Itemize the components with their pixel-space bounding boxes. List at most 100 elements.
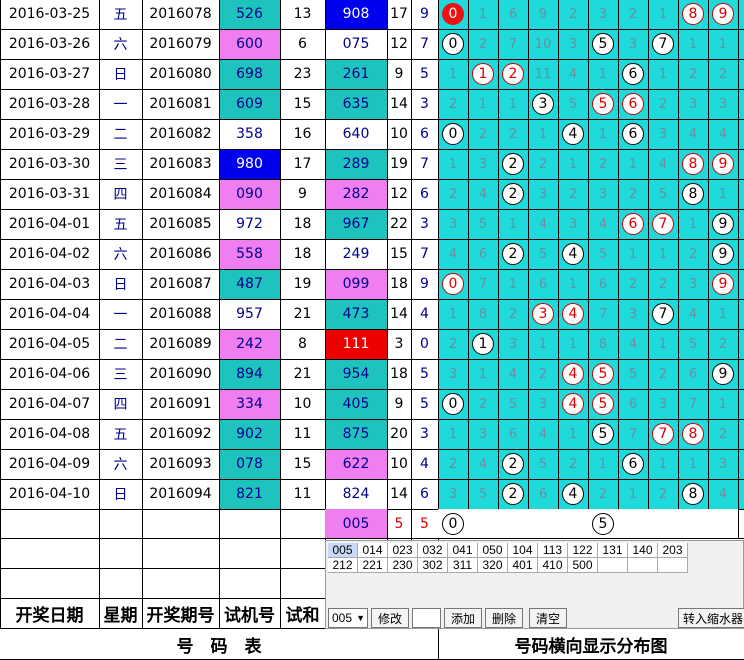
- modify-button[interactable]: 修改: [371, 608, 409, 628]
- add-button[interactable]: 添加: [444, 608, 482, 628]
- combo-select[interactable]: 005 ▼: [328, 608, 368, 628]
- dist-cell: 5: [678, 329, 708, 359]
- trial-sum-text: 21: [293, 366, 312, 382]
- draw-number: 954: [325, 359, 387, 389]
- dist-miss-count: 6: [538, 276, 548, 292]
- combo-cell[interactable]: 410: [538, 558, 568, 573]
- draw-number: 261: [325, 59, 387, 89]
- dist-cell: 9: [528, 0, 558, 29]
- h-line: [0, 389, 744, 390]
- issue-number-text: 2016080: [149, 66, 212, 82]
- span-value-text: 10: [390, 126, 408, 142]
- dist-miss-count: 4: [538, 426, 548, 442]
- dist-ball: 4: [562, 243, 584, 265]
- combo-cell[interactable]: 212: [328, 558, 358, 573]
- dist-cell: 6: [618, 449, 648, 479]
- combo-cell[interactable]: 032: [418, 543, 448, 558]
- dist-cell: 5: [588, 239, 618, 269]
- issue-number: 2016081: [142, 89, 219, 119]
- combo-cell[interactable]: 122: [568, 543, 598, 558]
- combo-cell[interactable]: 113: [538, 543, 568, 558]
- combo-cell[interactable]: 050: [478, 543, 508, 558]
- dist-cell: 2: [648, 479, 678, 509]
- clear-button[interactable]: 清空: [529, 608, 567, 628]
- dist-miss-count: 1: [658, 66, 668, 82]
- dist-miss-count: 5: [508, 396, 518, 412]
- dist-miss-count: 1: [448, 426, 458, 442]
- combo-cell[interactable]: [658, 558, 688, 573]
- pending-dist-cell: 5: [588, 509, 618, 538]
- dist-miss-count: 4: [598, 216, 608, 232]
- trial-number-text: 957: [236, 306, 263, 322]
- draw-date: 2016-04-02: [0, 239, 99, 269]
- combo-cell[interactable]: 230: [388, 558, 418, 573]
- trial-number-text: 358: [236, 126, 263, 142]
- dist-miss-count: 2: [658, 276, 668, 292]
- pending-dist-cell: [528, 509, 558, 538]
- dist-cell: 1: [528, 329, 558, 359]
- trial-sum-text: 13: [293, 6, 312, 22]
- dist-miss-count: 1: [658, 456, 668, 472]
- combo-cell[interactable]: 221: [358, 558, 388, 573]
- dist-miss-count: 3: [718, 456, 728, 472]
- dist-ball: 8: [682, 153, 704, 175]
- dist-cell: 3: [438, 359, 468, 389]
- dist-cell: 8: [588, 329, 618, 359]
- combo-cell[interactable]: 041: [448, 543, 478, 558]
- trial-number-text: 902: [236, 426, 263, 442]
- dist-miss-count: 2: [478, 126, 488, 142]
- dist-cell: 7: [648, 419, 678, 449]
- pending-dist-cell: [678, 509, 708, 538]
- issue-number: 2016083: [142, 149, 219, 179]
- dist-miss-count: 4: [538, 216, 548, 232]
- trial-number-text: 600: [236, 36, 263, 52]
- combo-cell[interactable]: 401: [508, 558, 538, 573]
- combo-cell[interactable]: 014: [358, 543, 388, 558]
- delete-button[interactable]: 删除: [485, 608, 523, 628]
- h-line: [0, 329, 744, 330]
- combo-cell[interactable]: 140: [628, 543, 658, 558]
- combo-cell[interactable]: 023: [388, 543, 418, 558]
- combo-cell[interactable]: 131: [598, 543, 628, 558]
- weekday-text: 五: [113, 217, 128, 233]
- combo-cell[interactable]: 320: [478, 558, 508, 573]
- dist-ball: 0: [442, 273, 464, 295]
- dist-miss-count: 3: [628, 36, 638, 52]
- combo-cell[interactable]: 302: [418, 558, 448, 573]
- span-value-text: 15: [390, 246, 408, 262]
- combo-cell[interactable]: [598, 558, 628, 573]
- dist-miss-count: 4: [658, 156, 668, 172]
- draw-date-text: 2016-04-08: [8, 426, 91, 442]
- dist-cell: 1: [708, 389, 738, 419]
- trial-number: 078: [219, 449, 280, 479]
- trial-sum-text: 11: [293, 426, 312, 442]
- combo-cell[interactable]: 311: [448, 558, 478, 573]
- draw-date-text: 2016-04-06: [8, 366, 91, 382]
- dist-ball: 2: [502, 483, 524, 505]
- dist-miss-count: 5: [538, 246, 548, 262]
- draw-date-text: 2016-04-10: [8, 486, 91, 502]
- combo-cell[interactable]: [628, 558, 658, 573]
- trial-number-text: 821: [236, 486, 263, 502]
- combo-input[interactable]: [412, 608, 441, 628]
- dist-cell: 1: [618, 149, 648, 179]
- dist-miss-count: 1: [628, 486, 638, 502]
- dist-miss-count: 3: [448, 366, 458, 382]
- tail-value: 0: [411, 329, 438, 359]
- combo-cell[interactable]: 500: [568, 558, 598, 573]
- shrink-button[interactable]: 转入缩水器: [678, 608, 744, 628]
- dist-cell: 2: [588, 149, 618, 179]
- combo-cell[interactable]: 104: [508, 543, 538, 558]
- dist-miss-count: 1: [718, 306, 728, 322]
- span-value: 9: [387, 59, 411, 89]
- tail-value: 4: [411, 299, 438, 329]
- dist-cell: 4: [558, 299, 588, 329]
- dist-cell: 4: [678, 299, 708, 329]
- dist-miss-count: 2: [508, 126, 518, 142]
- dist-miss-count: 7: [628, 426, 638, 442]
- dist-miss-count: 2: [478, 396, 488, 412]
- combo-cell[interactable]: 203: [658, 543, 688, 558]
- draw-number-text: 282: [342, 186, 370, 202]
- combo-cell[interactable]: 005: [328, 543, 358, 558]
- dist-cell: 4: [498, 359, 528, 389]
